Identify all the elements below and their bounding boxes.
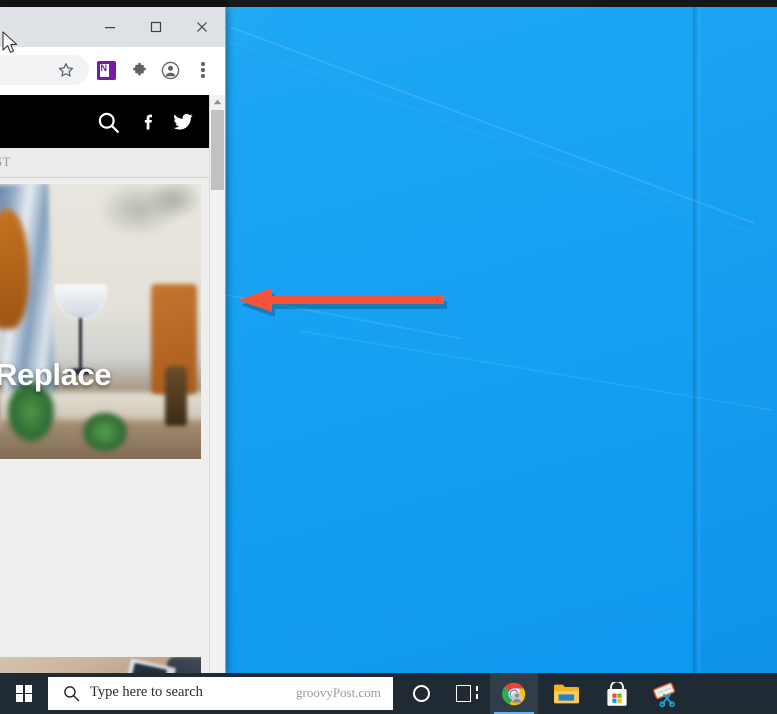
- red-left-arrow: [236, 288, 448, 322]
- extensions-puzzle-icon[interactable]: [125, 56, 153, 84]
- hero-title: Replace: [0, 357, 112, 392]
- taskbar-search-box[interactable]: Type here to search groovyPost.com: [48, 677, 393, 710]
- wallpaper-light-beam: [229, 26, 755, 224]
- hero-plant: [73, 398, 143, 459]
- taskbar-item-chrome[interactable]: [490, 673, 538, 714]
- file-explorer-icon: [553, 683, 579, 704]
- microsoft-store-icon: [606, 680, 627, 706]
- task-view-icon: [456, 685, 478, 702]
- windows-logo-icon: [15, 685, 33, 702]
- bookmark-star-icon[interactable]: [52, 56, 80, 84]
- site-header-bar: [0, 95, 209, 148]
- taskbar-item-cortana[interactable]: [397, 673, 445, 714]
- site-sub-bar: ST: [0, 148, 209, 178]
- wallpaper-right-panel: [700, 0, 777, 714]
- scroll-up-arrow-icon[interactable]: [210, 95, 225, 109]
- sub-bar-text: ST: [0, 154, 11, 169]
- taskbar[interactable]: Type here to search groovyPost.com: [0, 673, 777, 714]
- watermark-text: groovyPost.com: [296, 685, 381, 700]
- taskbar-item-task-view[interactable]: [443, 673, 491, 714]
- hero-image: Replace: [0, 184, 201, 459]
- screen: ST Replace: [0, 0, 777, 714]
- twitter-icon[interactable]: [171, 109, 195, 135]
- scrollbar-thumb[interactable]: [211, 110, 224, 190]
- search-input[interactable]: Type here to search: [90, 684, 203, 701]
- web-page: ST Replace: [0, 95, 209, 673]
- onenote-clipper-icon[interactable]: [92, 56, 120, 84]
- maximize-button[interactable]: [133, 7, 179, 47]
- site-search-icon[interactable]: [95, 109, 121, 135]
- close-button[interactable]: [179, 7, 225, 47]
- chrome-menu-icon[interactable]: [189, 56, 217, 84]
- search-icon: [62, 684, 81, 703]
- mouse-cursor: [2, 31, 20, 57]
- taskbar-item-file-explorer[interactable]: [542, 673, 590, 714]
- hero-bottle: [165, 366, 187, 426]
- minimize-button[interactable]: [87, 7, 133, 47]
- wallpaper-light-beam: [229, 42, 757, 235]
- screen-top-border-right: [228, 0, 777, 7]
- cortana-icon: [412, 685, 430, 702]
- page-viewport: ST Replace: [0, 95, 225, 673]
- chrome-icon: [502, 682, 526, 706]
- browser-toolbar[interactable]: [0, 47, 225, 95]
- taskbar-item-microsoft-store[interactable]: [592, 673, 640, 714]
- start-button[interactable]: [0, 673, 48, 714]
- article-image: [0, 657, 201, 673]
- profile-avatar-icon[interactable]: [156, 56, 184, 84]
- page-scrollbar[interactable]: [209, 95, 225, 673]
- facebook-icon[interactable]: [139, 109, 159, 135]
- wallpaper-seam: [693, 0, 700, 714]
- snipping-tool-icon: [652, 682, 680, 707]
- chrome-window[interactable]: ST Replace: [0, 7, 226, 673]
- taskbar-item-snipping-tool[interactable]: [642, 673, 690, 714]
- window-title-bar[interactable]: [0, 7, 225, 47]
